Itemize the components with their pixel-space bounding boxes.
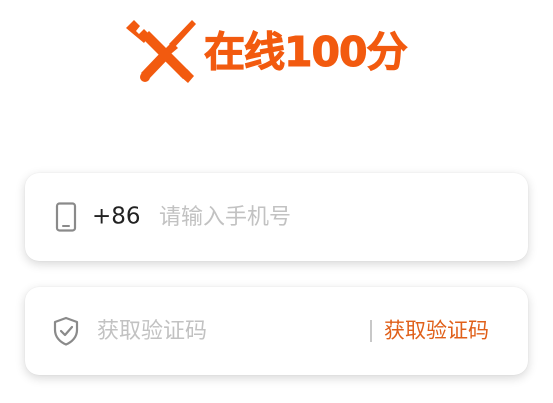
country-code[interactable]: +86 xyxy=(92,205,141,229)
code-input-card: 获取验证码 xyxy=(25,287,528,375)
app-logo: 在线100分 xyxy=(122,15,409,89)
divider xyxy=(370,320,372,342)
phone-input-card: +86 xyxy=(25,173,528,261)
phone-icon xyxy=(55,202,77,232)
wrench-screwdriver-icon xyxy=(126,20,196,83)
get-code-button[interactable]: 获取验证码 xyxy=(384,320,489,342)
verification-code-input[interactable] xyxy=(97,314,352,348)
shield-check-icon xyxy=(53,316,79,346)
app-name: 在线100分 xyxy=(204,27,409,76)
phone-input[interactable] xyxy=(159,200,489,234)
